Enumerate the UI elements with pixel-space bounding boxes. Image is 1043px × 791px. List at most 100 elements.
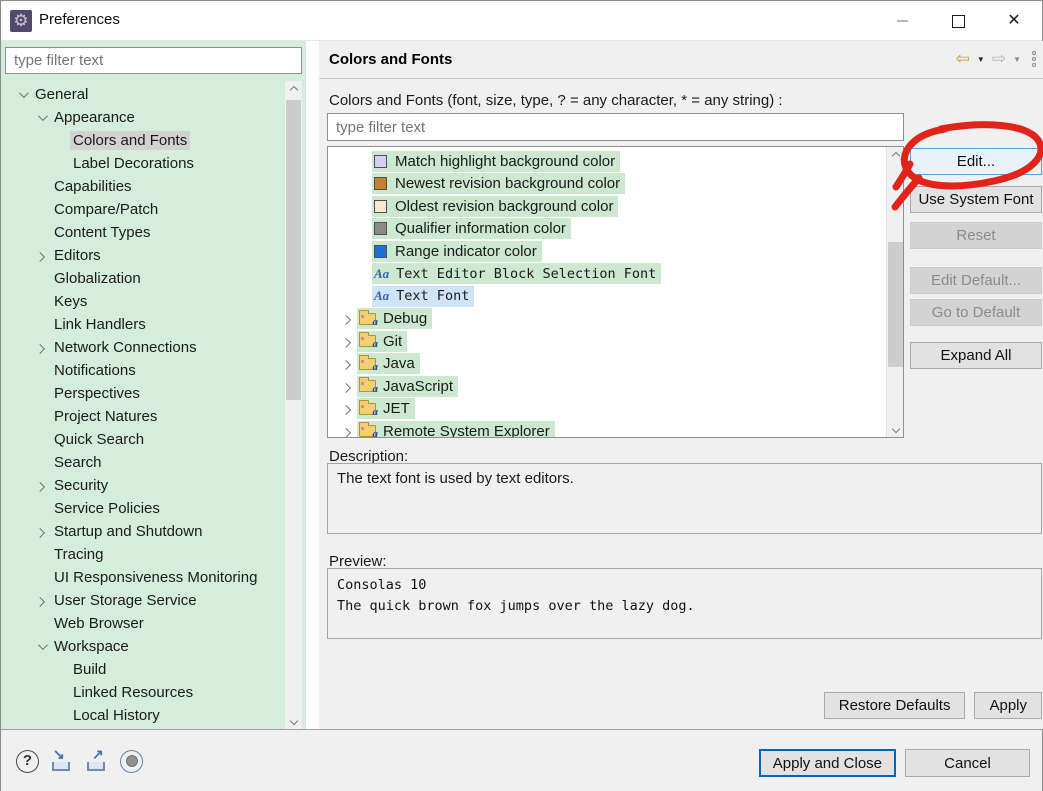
chevron-collapsed-icon[interactable] [338,315,357,326]
list-item-debug[interactable]: a Debug [328,308,903,331]
list-item-qualifier-information-color[interactable]: Qualifier information color [328,218,903,241]
tree-item-keys[interactable]: Keys [1,290,284,313]
list-item-label: Text Font [396,288,470,305]
tree-item-network-connections[interactable]: Network Connections [1,336,284,359]
chevron-expanded-icon[interactable] [32,640,51,651]
maximize-icon [951,14,965,28]
chevron-collapsed-icon[interactable] [32,251,51,262]
view-menu-icon[interactable] [1032,51,1036,67]
tree-item-ui-responsiveness-monitoring[interactable]: UI Responsiveness Monitoring [1,566,284,589]
window-title: Preferences [39,11,120,28]
tree-item-local-history[interactable]: Local History [1,704,284,727]
tree-item-label-decorations[interactable]: Label Decorations [1,152,284,175]
help-icon[interactable]: ? [16,749,39,773]
tree-item-security[interactable]: Security [1,474,284,497]
tree-item-quick-search[interactable]: Quick Search [1,428,284,451]
tree-item-editors[interactable]: Editors [1,244,284,267]
forward-arrow-icon[interactable]: ⇨ [992,49,1006,69]
chevron-expanded-icon[interactable] [13,88,32,99]
tree-item-build[interactable]: Build [1,658,284,681]
apply-button[interactable]: Apply [974,692,1042,719]
import-icon[interactable]: ↘ [50,746,74,773]
expand-all-button[interactable]: Expand All [910,342,1042,369]
chevron-collapsed-icon[interactable] [32,343,51,354]
tree-item-notifications[interactable]: Notifications [1,359,284,382]
tree-scrollbar[interactable] [285,81,302,729]
chevron-collapsed-icon[interactable] [338,427,357,437]
list-item-javascript[interactable]: a JavaScript [328,375,903,398]
tree-item-service-policies[interactable]: Service Policies [1,497,284,520]
tree-item-appearance[interactable]: Appearance [1,106,284,129]
list-item-range-indicator-color[interactable]: Range indicator color [328,240,903,263]
minimize-button[interactable] [874,1,930,41]
chevron-expanded-icon[interactable] [32,111,51,122]
tree-item-user-storage-service[interactable]: User Storage Service [1,589,284,612]
scroll-down-icon[interactable] [887,420,903,437]
close-button[interactable]: ✕ [986,1,1042,41]
preferences-tree: General Appearance Colors and Fonts Label D… [1,81,284,727]
tree-item-label: Workspace [54,638,129,655]
pane-divider[interactable] [306,41,319,729]
list-item-text-font[interactable]: Aa Text Font [328,285,903,308]
list-item-text-editor-block-selection-font[interactable]: Aa Text Editor Block Selection Font [328,263,903,286]
scroll-down-icon[interactable] [285,712,302,729]
folder-icon: a [359,377,378,395]
maximize-button[interactable] [930,1,986,41]
tree-item-content-types[interactable]: Content Types [1,221,284,244]
chevron-collapsed-icon[interactable] [338,360,357,371]
list-item-remote-system-explorer[interactable]: a Remote System Explorer [328,420,903,437]
list-item-oldest-revision-background-color[interactable]: Oldest revision background color [328,195,903,218]
record-preferences-icon[interactable] [120,749,143,773]
list-item-label: Oldest revision background color [395,197,614,215]
tree-item-web-browser[interactable]: Web Browser [1,612,284,635]
tree-item-startup-and-shutdown[interactable]: Startup and Shutdown [1,520,284,543]
list-item-label: Range indicator color [395,242,537,260]
export-icon[interactable]: ↗ [85,746,109,773]
tree-item-label: Tracing [54,546,104,563]
tree-item-label: UI Responsiveness Monitoring [54,569,258,586]
chevron-collapsed-icon[interactable] [338,382,357,393]
chevron-collapsed-icon[interactable] [32,481,51,492]
apply-and-close-button[interactable]: Apply and Close [758,749,896,777]
cancel-button[interactable]: Cancel [905,749,1030,777]
tree-item-general[interactable]: General [1,83,284,106]
list-filter-input[interactable] [327,113,904,141]
back-arrow-icon[interactable]: ⇦ [956,49,970,69]
restore-defaults-button[interactable]: Restore Defaults [823,692,966,719]
tree-item-compare-patch[interactable]: Compare/Patch [1,198,284,221]
chevron-collapsed-icon[interactable] [338,405,357,416]
chevron-collapsed-icon[interactable] [32,596,51,607]
tree-item-perspectives[interactable]: Perspectives [1,382,284,405]
scroll-up-icon[interactable] [285,81,302,98]
scroll-up-icon[interactable] [887,147,903,164]
tree-scrollbar-thumb[interactable] [286,100,301,400]
tree-item-project-natures[interactable]: Project Natures [1,405,284,428]
list-item-git[interactable]: a Git [328,330,903,353]
tree-item-colors-and-fonts[interactable]: Colors and Fonts [1,129,284,152]
chevron-collapsed-icon[interactable] [32,527,51,538]
use-system-font-button[interactable]: Use System Font [910,186,1042,213]
list-item-label: Text Editor Block Selection Font [396,265,657,282]
tree-item-globalization[interactable]: Globalization [1,267,284,290]
sidebar-filter-input[interactable] [5,47,302,74]
tree-item-tracing[interactable]: Tracing [1,543,284,566]
forward-dropdown-icon[interactable]: ▼ [1013,55,1021,64]
tree-item-capabilities[interactable]: Capabilities [1,175,284,198]
tree-item-workspace[interactable]: Workspace [1,635,284,658]
list-scrollbar[interactable] [886,147,903,437]
list-item-java[interactable]: a Java [328,353,903,376]
list-item-match-highlight-background-color[interactable]: Match highlight background color [328,150,903,173]
description-text: The text font is used by text editors. [337,470,574,487]
tree-item-linked-resources[interactable]: Linked Resources [1,681,284,704]
list-item-jet[interactable]: a JET [328,398,903,421]
tree-item-search[interactable]: Search [1,451,284,474]
back-dropdown-icon[interactable]: ▼ [977,55,985,64]
preview-box: Consolas 10 The quick brown fox jumps ov… [327,568,1042,639]
chevron-collapsed-icon[interactable] [338,337,357,348]
tree-item-link-handlers[interactable]: Link Handlers [1,313,284,336]
tree-item-label: Colors and Fonts [70,131,191,150]
list-item-newest-revision-background-color[interactable]: Newest revision background color [328,173,903,196]
color-swatch-icon [374,154,387,168]
edit-button[interactable]: Edit... [910,148,1042,175]
list-scrollbar-thumb[interactable] [888,242,903,367]
